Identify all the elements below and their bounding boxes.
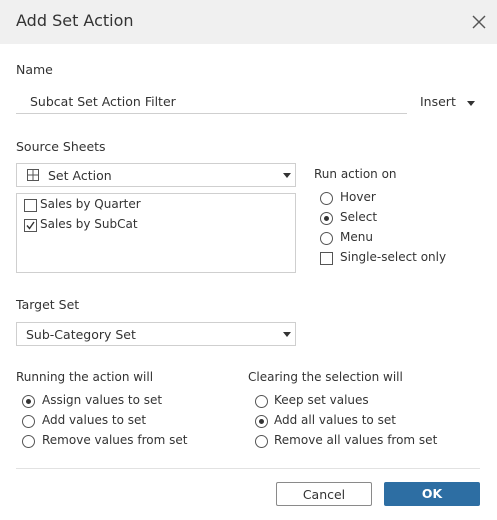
sheet-checkbox-sales-by-subcat[interactable] [24,219,37,232]
radio-assign-values[interactable] [22,395,35,408]
radio-label: Select [340,210,378,224]
radio-keep-set-values[interactable] [255,395,268,408]
radio-menu[interactable] [320,232,333,245]
cancel-button[interactable]: Cancel [276,482,372,506]
radio-add-all-values[interactable] [255,415,268,428]
chevron-down-icon [283,173,291,178]
divider [16,468,480,469]
single-select-label: Single-select only [340,250,447,264]
radio-label: Add all values to set [274,413,396,427]
insert-dropdown[interactable]: Insert [420,93,480,111]
radio-label: Remove all values from set [274,433,438,447]
run-action-on-label: Run action on [314,167,397,181]
insert-label: Insert [420,94,456,109]
chevron-down-icon [467,101,475,106]
target-set-value: Sub-Category Set [26,327,136,342]
close-icon[interactable] [469,12,489,32]
source-sheet-select[interactable]: Set Action [16,163,296,187]
radio-label: Remove values from set [42,433,188,447]
ok-button-label: OK [421,486,443,501]
ok-button[interactable]: OK [384,482,480,506]
radio-remove-all-values[interactable] [255,435,268,448]
radio-add-values[interactable] [22,415,35,428]
single-select-checkbox[interactable] [320,252,333,265]
cancel-button-label: Cancel [302,487,346,502]
radio-select[interactable] [320,212,333,225]
checkmark-icon [26,221,35,230]
radio-label: Menu [340,230,373,244]
target-set-select[interactable]: Sub-Category Set [16,322,296,346]
radio-hover[interactable] [320,192,333,205]
radio-label: Assign values to set [42,393,163,407]
action-name-value: Subcat Set Action Filter [30,94,176,109]
source-sheet-value: Set Action [48,168,112,183]
sheet-label: Sales by SubCat [40,217,138,231]
radio-label: Keep set values [274,393,369,407]
source-sheets-label: Source Sheets [16,139,106,154]
radio-remove-values[interactable] [22,435,35,448]
radio-label: Add values to set [42,413,147,427]
dialog-titlebar: Add Set Action [0,0,497,44]
clearing-selection-label: Clearing the selection will [248,370,403,384]
chevron-down-icon [283,332,291,337]
target-set-label: Target Set [16,297,80,312]
sheets-list: Sales by Quarter Sales by SubCat [16,193,296,273]
sheet-label: Sales by Quarter [40,197,141,211]
action-name-input[interactable]: Subcat Set Action Filter [16,90,407,114]
dialog-title: Add Set Action [16,11,134,30]
running-action-label: Running the action will [16,370,154,384]
name-label: Name [16,62,53,77]
radio-label: Hover [340,190,376,204]
sheet-checkbox-sales-by-quarter[interactable] [24,199,37,212]
grid-icon [27,169,39,181]
